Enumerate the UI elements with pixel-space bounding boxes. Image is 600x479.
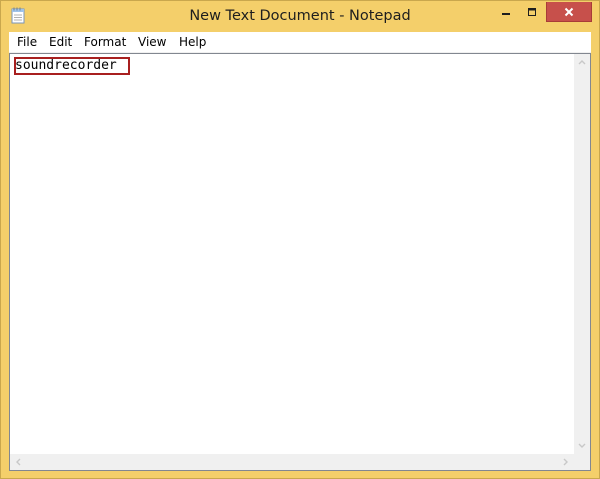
chevron-up-icon <box>578 60 586 65</box>
editor-frame: soundrecorder <box>9 53 591 471</box>
close-button[interactable] <box>546 2 592 22</box>
maximize-icon <box>528 8 536 16</box>
chevron-left-icon <box>16 458 21 466</box>
text-editor[interactable]: soundrecorder <box>10 54 574 454</box>
scroll-right-button[interactable] <box>558 454 574 470</box>
text-highlight-box <box>14 57 130 75</box>
menu-help[interactable]: Help <box>172 32 213 52</box>
close-icon <box>564 7 574 16</box>
notepad-window: New Text Document - Notepad File Edit Fo… <box>0 0 600 479</box>
chevron-right-icon <box>563 458 568 466</box>
chevron-down-icon <box>578 443 586 448</box>
title-bar[interactable]: New Text Document - Notepad <box>1 1 599 32</box>
menu-file[interactable]: File <box>10 32 44 52</box>
menu-bar: File Edit Format View Help <box>9 32 591 52</box>
scroll-up-button[interactable] <box>574 54 590 70</box>
menu-format[interactable]: Format <box>77 32 133 52</box>
client-area: File Edit Format View Help soundrecorder <box>9 32 591 471</box>
scroll-left-button[interactable] <box>10 454 26 470</box>
scroll-down-button[interactable] <box>574 438 590 454</box>
scrollbar-corner <box>574 454 590 470</box>
minimize-icon <box>501 13 510 15</box>
maximize-button[interactable] <box>519 2 545 22</box>
menu-view[interactable]: View <box>131 32 173 52</box>
horizontal-scrollbar[interactable] <box>10 454 574 470</box>
menu-edit[interactable]: Edit <box>42 32 79 52</box>
vertical-scrollbar[interactable] <box>574 54 590 454</box>
minimize-button[interactable] <box>492 2 519 22</box>
